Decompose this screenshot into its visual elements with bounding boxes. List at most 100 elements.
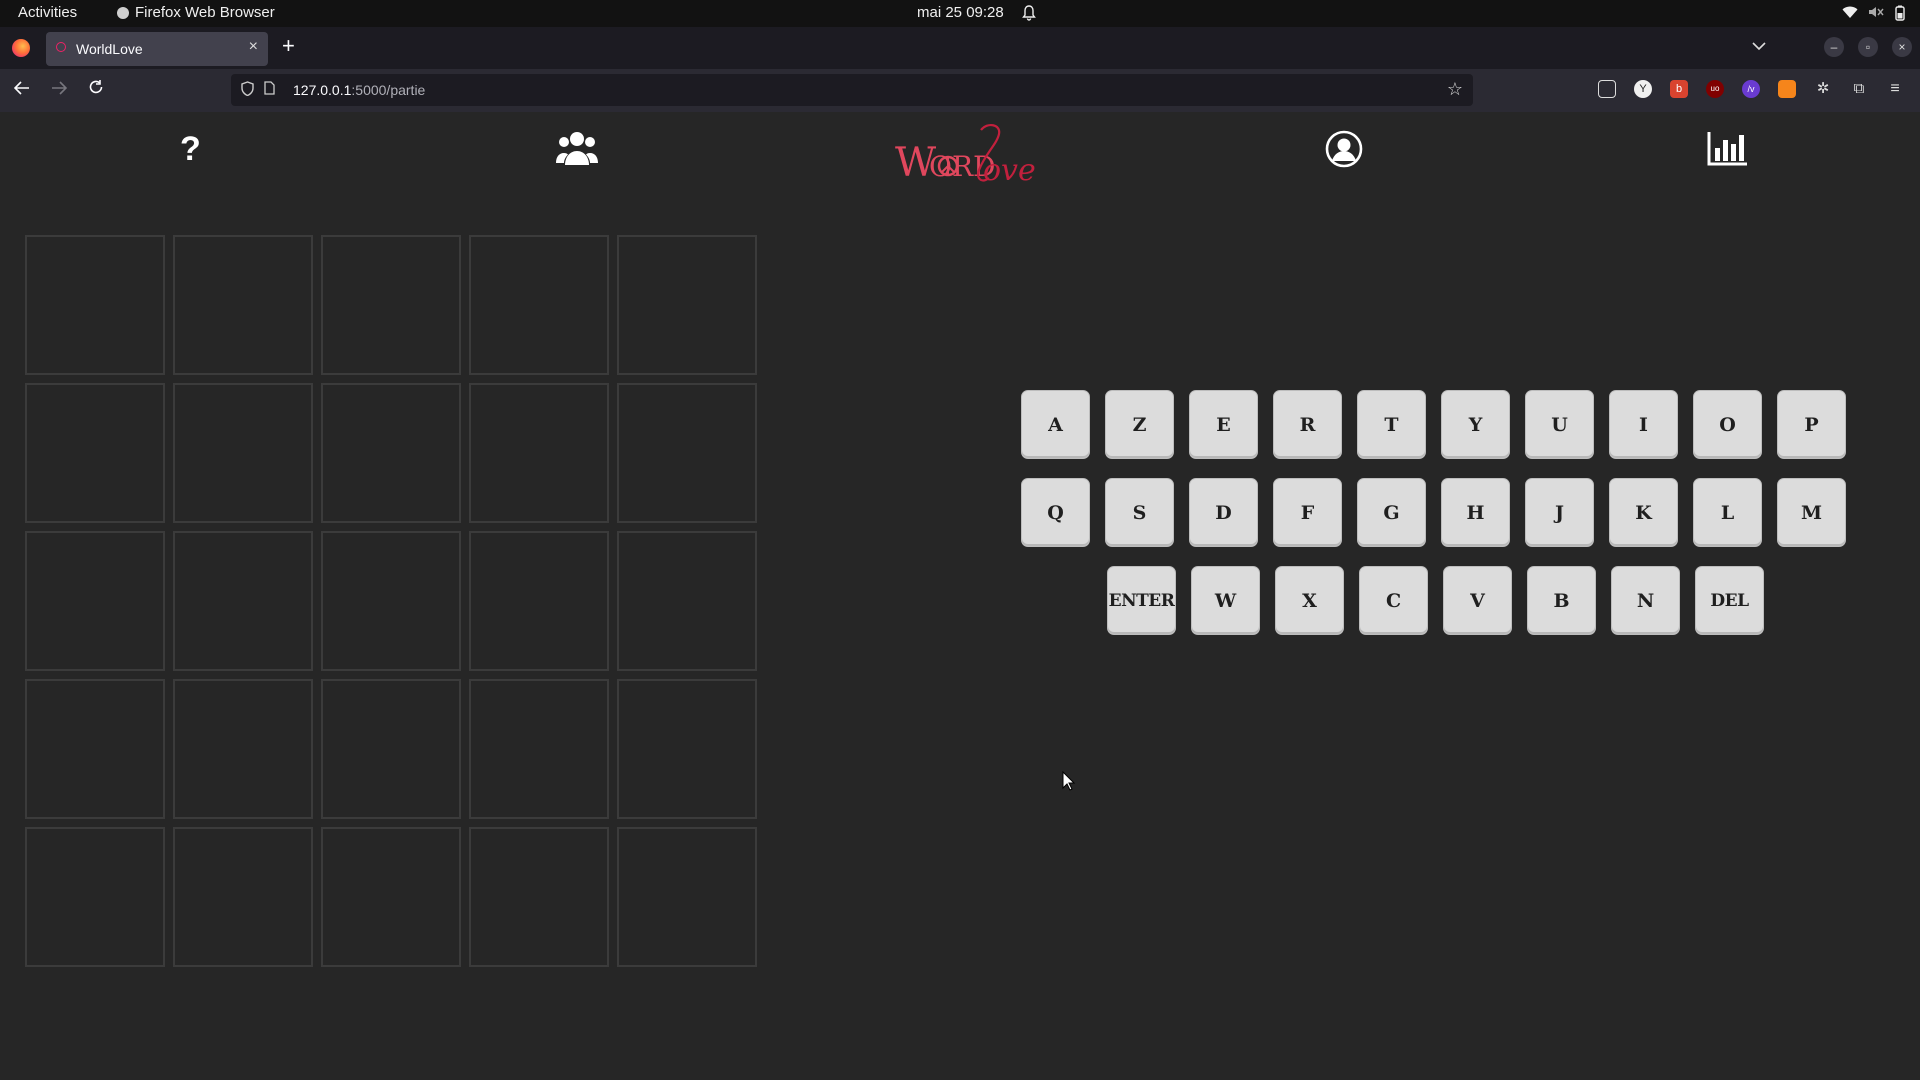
- ublock-icon[interactable]: uo: [1706, 80, 1724, 98]
- board-cell: [173, 827, 313, 967]
- bookmark-star-icon[interactable]: ☆: [1447, 79, 1463, 100]
- users-icon[interactable]: [556, 129, 598, 172]
- url-text[interactable]: 127.0.0.1:5000/partie: [293, 82, 425, 98]
- wordlove-logo[interactable]: W ORD ove: [893, 120, 1043, 202]
- board-cell: [25, 235, 165, 375]
- board-cell: [469, 383, 609, 523]
- firefox-view-icon[interactable]: [12, 39, 30, 57]
- minimize-icon[interactable]: –: [1824, 37, 1844, 57]
- board-cell: [173, 679, 313, 819]
- reload-icon[interactable]: [88, 79, 104, 100]
- key-i[interactable]: I: [1609, 390, 1678, 459]
- metamask-icon[interactable]: [1778, 80, 1796, 98]
- board-cell: [617, 383, 757, 523]
- app-menu[interactable]: Firefox Web Browser: [117, 4, 275, 21]
- tracking-shield-icon[interactable]: [241, 81, 254, 99]
- tab-favicon-icon: [56, 42, 66, 52]
- key-v[interactable]: V: [1443, 566, 1512, 635]
- menu-hamburger-icon[interactable]: ≡: [1886, 80, 1904, 98]
- board-cell: [25, 679, 165, 819]
- key-p[interactable]: P: [1777, 390, 1846, 459]
- board-cell: [25, 531, 165, 671]
- system-tray[interactable]: [1842, 5, 1906, 21]
- key-f[interactable]: F: [1273, 478, 1342, 547]
- board-cell: [321, 235, 461, 375]
- list-tabs-chevron-icon[interactable]: [1752, 38, 1766, 56]
- key-l[interactable]: L: [1693, 478, 1762, 547]
- board-cell: [617, 679, 757, 819]
- key-enter[interactable]: ENTER: [1107, 566, 1176, 635]
- board-cell: [469, 679, 609, 819]
- board-cell: [321, 827, 461, 967]
- board-cell: [469, 235, 609, 375]
- new-tab-icon[interactable]: +: [282, 33, 295, 59]
- key-u[interactable]: U: [1525, 390, 1594, 459]
- key-m[interactable]: M: [1777, 478, 1846, 547]
- key-a[interactable]: A: [1021, 390, 1090, 459]
- game-board: [25, 235, 757, 967]
- volume-muted-icon: [1869, 7, 1884, 17]
- board-cell: [25, 383, 165, 523]
- board-cell: [617, 531, 757, 671]
- key-x[interactable]: X: [1275, 566, 1344, 635]
- svg-text:ove: ove: [983, 153, 1036, 188]
- browser-tab[interactable]: WorldLove ×: [46, 32, 268, 66]
- key-c[interactable]: C: [1359, 566, 1428, 635]
- firefox-icon: [117, 6, 129, 19]
- wifi-icon: [1842, 6, 1858, 18]
- system-top-bar: Activities Firefox Web Browser mai 25 09…: [0, 0, 1920, 27]
- browser-nav-bar: 127.0.0.1:5000/partie ☆ Y b uo /v ✲ ⧉ ≡: [0, 69, 1920, 112]
- key-h[interactable]: H: [1441, 478, 1510, 547]
- url-bar[interactable]: 127.0.0.1:5000/partie ☆: [231, 74, 1473, 106]
- activities-button[interactable]: Activities: [18, 4, 77, 21]
- battery-icon: [1895, 5, 1905, 21]
- board-cell: [321, 383, 461, 523]
- key-del[interactable]: DEL: [1695, 566, 1764, 635]
- key-r[interactable]: R: [1273, 390, 1342, 459]
- notification-bell-icon: [1022, 5, 1036, 25]
- key-k[interactable]: K: [1609, 478, 1678, 547]
- maximize-icon[interactable]: ▫: [1858, 37, 1878, 57]
- key-n[interactable]: N: [1611, 566, 1680, 635]
- key-s[interactable]: S: [1105, 478, 1174, 547]
- url-host: 127.0.0.1: [293, 82, 352, 98]
- key-j[interactable]: J: [1525, 478, 1594, 547]
- key-g[interactable]: G: [1357, 478, 1426, 547]
- key-q[interactable]: Q: [1021, 478, 1090, 547]
- key-o[interactable]: O: [1693, 390, 1762, 459]
- url-path: :5000/partie: [351, 82, 426, 98]
- page-info-icon[interactable]: [264, 81, 275, 98]
- app-header: ? W ORD ove: [0, 112, 1920, 208]
- board-cell: [469, 531, 609, 671]
- key-z[interactable]: Z: [1105, 390, 1174, 459]
- key-t[interactable]: T: [1357, 390, 1426, 459]
- tab-close-icon[interactable]: ×: [249, 38, 258, 56]
- board-cell: [173, 235, 313, 375]
- keyboard-row-3: ENTER W X C V B N DEL: [1107, 566, 1849, 635]
- extension-gear-icon[interactable]: ✲: [1814, 80, 1832, 98]
- board-cell: [617, 827, 757, 967]
- board-cell: [173, 383, 313, 523]
- extension-purple-icon[interactable]: /v: [1742, 80, 1760, 98]
- key-b[interactable]: B: [1527, 566, 1596, 635]
- key-y[interactable]: Y: [1441, 390, 1510, 459]
- pocket-icon[interactable]: [1598, 80, 1616, 98]
- help-icon[interactable]: ?: [180, 130, 201, 169]
- board-cell: [173, 531, 313, 671]
- stats-icon[interactable]: [1707, 130, 1749, 171]
- back-icon[interactable]: [13, 79, 30, 100]
- forward-icon[interactable]: [51, 79, 68, 100]
- extension-red-icon[interactable]: b: [1670, 80, 1688, 98]
- board-cell: [469, 827, 609, 967]
- key-w[interactable]: W: [1191, 566, 1260, 635]
- board-cell: [25, 827, 165, 967]
- close-window-icon[interactable]: ×: [1892, 37, 1912, 57]
- app-menu-label: Firefox Web Browser: [135, 4, 275, 21]
- key-e[interactable]: E: [1189, 390, 1258, 459]
- board-cell: [321, 679, 461, 819]
- account-icon[interactable]: [1325, 130, 1363, 173]
- extensions-puzzle-icon[interactable]: ⧉: [1850, 80, 1868, 98]
- clock[interactable]: mai 25 09:28: [917, 4, 1004, 21]
- key-d[interactable]: D: [1189, 478, 1258, 547]
- extension-y-icon[interactable]: Y: [1634, 80, 1652, 98]
